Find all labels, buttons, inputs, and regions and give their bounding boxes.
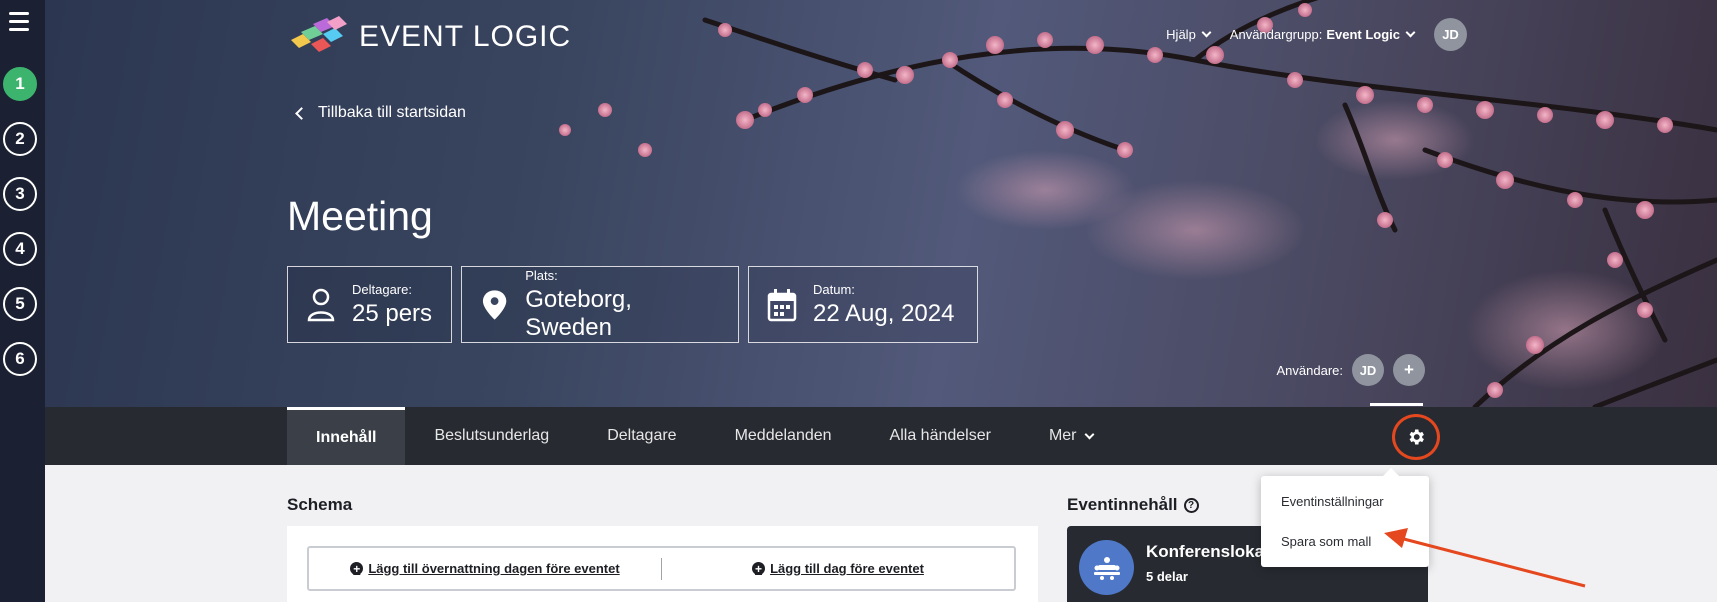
event-user-avatar[interactable]: JD [1352, 354, 1384, 386]
back-link-label: Tillbaka till startsidan [318, 104, 466, 121]
left-rail: 1 2 3 4 5 6 [0, 0, 45, 602]
schema-title: Schema [287, 495, 353, 514]
chevron-down-icon [1084, 429, 1094, 439]
plus-circle-icon: + [350, 562, 364, 575]
menu-icon[interactable] [9, 12, 29, 32]
conference-icon [1079, 540, 1134, 595]
tab-messages[interactable]: Meddelanden [706, 407, 861, 465]
back-to-start-link[interactable]: Tillbaka till startsidan [295, 104, 466, 122]
users-label: Användare: [1276, 362, 1344, 378]
tab-content[interactable]: Innehåll [287, 407, 406, 465]
user-group-value: Event Logic [1326, 27, 1400, 42]
add-user-button[interactable]: + [1393, 354, 1425, 386]
gear-icon [1409, 429, 1424, 445]
add-night-label: Lägg till övernattning dagen före evente… [368, 561, 620, 576]
chevron-down-icon [1405, 27, 1416, 38]
event-content-label: Eventinnehåll [1067, 495, 1178, 514]
event-item-parts: 5 delar [1146, 569, 1188, 584]
settings-gear-button[interactable] [1392, 414, 1440, 460]
tab-decision-basis[interactable]: Beslutsunderlag [405, 407, 578, 465]
user-group-menu[interactable]: Användargrupp: Event Logic [1229, 27, 1416, 42]
person-icon [307, 288, 335, 321]
chevron-down-icon [1201, 27, 1212, 38]
tab-bar: Innehåll Beslutsunderlag Deltagare Medde… [45, 403, 1717, 465]
step-4[interactable]: 4 [3, 232, 37, 266]
place-card[interactable]: Plats: Goteborg, Sweden [461, 266, 739, 343]
help-menu[interactable]: Hjälp [1166, 27, 1212, 42]
add-day-before-button[interactable]: + Lägg till dag före eventet [662, 561, 1014, 576]
add-day-row: + Lägg till övernattning dagen före even… [307, 546, 1016, 591]
chevron-left-icon [295, 106, 308, 120]
step-list: 1 2 3 4 5 6 [3, 67, 37, 397]
user-group-label: Användargrupp: [1229, 27, 1323, 42]
tab-more[interactable]: Mer [1020, 407, 1122, 465]
tab-participants[interactable]: Deltagare [578, 407, 705, 465]
logo-text: EVENT LOGIC [359, 20, 572, 53]
hero-banner: EVENT LOGIC Hjälp Användargrupp: Event L… [45, 0, 1717, 407]
gear-active-indicator [1370, 403, 1423, 406]
event-settings-item[interactable]: Eventinställningar [1261, 481, 1429, 521]
help-label: Hjälp [1166, 27, 1196, 42]
tab-all-events[interactable]: Alla händelser [861, 407, 1020, 465]
participants-label: Deltagare: [352, 281, 412, 297]
step-2[interactable]: 2 [3, 122, 37, 156]
step-3[interactable]: 3 [3, 177, 37, 211]
top-nav: Hjälp Användargrupp: Event Logic JD [1166, 18, 1467, 51]
user-avatar[interactable]: JD [1434, 18, 1467, 51]
tab-list: Innehåll Beslutsunderlag Deltagare Medde… [287, 407, 1122, 465]
date-card[interactable]: Datum: 22 Aug, 2024 [748, 266, 978, 343]
place-label: Plats: [525, 267, 558, 283]
date-value: 22 Aug, 2024 [813, 299, 955, 327]
event-info-cards: Deltagare: 25 pers Plats: Goteborg, Swed… [287, 266, 987, 343]
event-users: Användare: JD + [1276, 354, 1425, 386]
schema-panel: + Lägg till övernattning dagen före even… [287, 526, 1038, 602]
add-night-before-button[interactable]: + Lägg till övernattning dagen före even… [309, 561, 661, 576]
event-content-title: Eventinnehåll ? [1067, 495, 1199, 515]
participants-card[interactable]: Deltagare: 25 pers [287, 266, 452, 343]
participants-value: 25 pers [352, 299, 433, 327]
event-title: Meeting [287, 193, 433, 239]
step-1[interactable]: 1 [3, 67, 37, 101]
step-5[interactable]: 5 [3, 287, 37, 321]
event-logic-logo[interactable]: EVENT LOGIC [287, 16, 571, 58]
date-label: Datum: [813, 281, 855, 297]
logo-mark-icon [291, 16, 347, 52]
location-pin-icon [482, 289, 507, 320]
add-day-label: Lägg till dag före eventet [770, 561, 924, 576]
calendar-icon [767, 288, 797, 321]
place-value: Goteborg, Sweden [525, 285, 632, 341]
event-item-name: Konferenslokal [1146, 542, 1269, 561]
annotation-arrow [1384, 528, 1586, 588]
step-6[interactable]: 6 [3, 342, 37, 376]
plus-circle-icon: + [752, 562, 766, 575]
tab-more-label: Mer [1048, 427, 1077, 444]
help-circle-icon[interactable]: ? [1183, 497, 1199, 513]
